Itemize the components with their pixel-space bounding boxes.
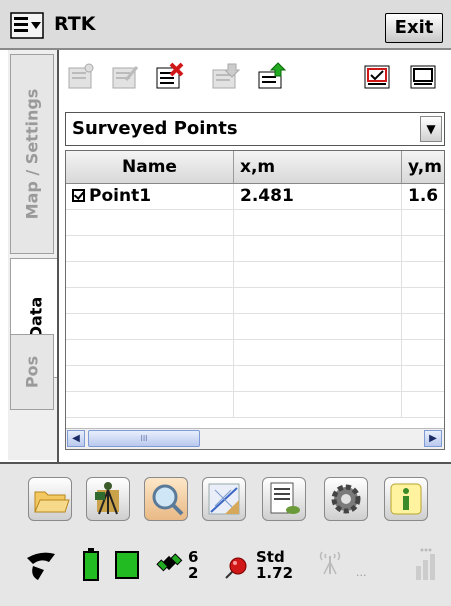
satellites-used-count: 6: [188, 548, 199, 566]
table-row: [66, 392, 444, 418]
radio-status-ellipsis: ...: [356, 566, 367, 579]
edit-point-icon[interactable]: [110, 62, 140, 92]
solution-precision: 1.72: [256, 564, 294, 582]
search-magnifier-icon[interactable]: [144, 477, 188, 521]
app-title: RTK: [54, 13, 96, 35]
notes-icon[interactable]: [262, 477, 306, 521]
table-row: [66, 236, 444, 262]
point-name: Point1: [89, 186, 152, 206]
satellites-tracked-count: 2: [188, 564, 199, 582]
settings-gear-icon[interactable]: [324, 477, 368, 521]
column-header-y[interactable]: y,m: [402, 151, 444, 183]
tab-label: Data: [26, 296, 45, 340]
memory-card-icon: [115, 551, 139, 579]
app-window: RTK Exit Map / Settings Data Pos Surveye…: [0, 0, 451, 606]
solution-status-icon: [225, 557, 247, 579]
delete-point-icon[interactable]: [154, 62, 184, 92]
export-icon[interactable]: [256, 62, 286, 92]
chevron-down-icon[interactable]: ▼: [420, 116, 442, 142]
table-row: [66, 314, 444, 340]
point-type-dropdown[interactable]: Surveyed Points ▼: [65, 112, 445, 146]
tab-pos[interactable]: Pos: [10, 334, 54, 410]
scroll-right-icon[interactable]: ▶: [424, 430, 442, 447]
import-icon[interactable]: [210, 62, 240, 92]
cell-x: 2.481: [234, 184, 402, 209]
table-row: [66, 288, 444, 314]
signal-bars-icon: [416, 548, 435, 580]
survey-tripod-icon[interactable]: [86, 477, 130, 521]
cell-y: 1.6: [402, 184, 444, 209]
table-row: [66, 262, 444, 288]
vertical-tab-strip: Map / Settings Data Pos: [8, 50, 60, 460]
table-row[interactable]: Point1 2.481 1.6: [66, 184, 444, 210]
table-header: Name x,m y,m: [66, 151, 444, 184]
cogo-icon[interactable]: [202, 477, 246, 521]
table-row: [66, 340, 444, 366]
column-header-name[interactable]: Name: [66, 151, 234, 183]
scroll-left-icon[interactable]: ◀: [67, 430, 85, 447]
exit-button[interactable]: Exit: [385, 13, 443, 43]
tab-label: Pos: [22, 355, 42, 389]
tab-label: Map / Settings: [22, 88, 42, 220]
info-icon[interactable]: [384, 477, 428, 521]
points-table: Name x,m y,m Point1 2.481 1.6 ◀ III ▶: [65, 150, 445, 450]
new-point-icon[interactable]: [66, 62, 96, 92]
scroll-thumb[interactable]: III: [88, 430, 200, 447]
select-all-icon[interactable]: [362, 62, 392, 92]
solution-mode-label: Std: [256, 548, 285, 566]
table-row: [66, 210, 444, 236]
satellite-icon: [156, 553, 183, 572]
title-bar: RTK Exit: [0, 0, 451, 50]
dropdown-value: Surveyed Points: [72, 118, 238, 139]
start-menu-icon[interactable]: [10, 12, 44, 39]
column-header-x[interactable]: x,m: [234, 151, 402, 183]
horizontal-scrollbar[interactable]: ◀ III ▶: [66, 428, 444, 449]
gps-signal-icon: [27, 552, 55, 580]
tab-map-settings[interactable]: Map / Settings: [10, 54, 54, 254]
open-folder-icon[interactable]: [28, 477, 72, 521]
radio-antenna-icon: [319, 551, 341, 575]
battery-icon: [83, 548, 99, 581]
cell-name: Point1: [66, 184, 234, 209]
row-checkbox[interactable]: [72, 189, 85, 202]
table-row: [66, 366, 444, 392]
deselect-icon[interactable]: [408, 62, 438, 92]
